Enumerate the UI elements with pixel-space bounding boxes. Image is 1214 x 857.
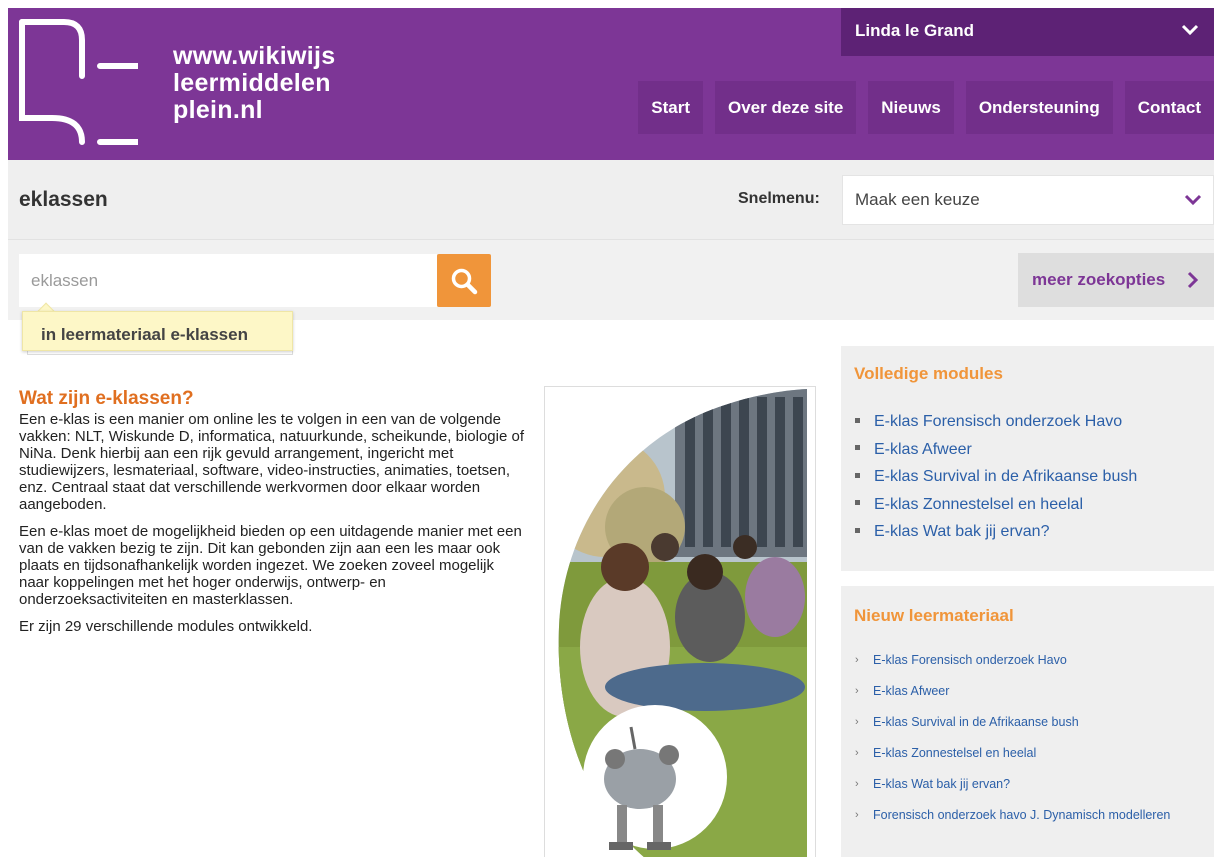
new-material-link[interactable]: › E-klas Forensisch onderzoek Havo	[855, 645, 1200, 676]
search-suggestion[interactable]: in leermateriaal e-klassen	[22, 311, 293, 351]
new-material-link[interactable]: › Forensisch onderzoek havo J. Dynamisch …	[855, 800, 1200, 831]
site-header: www.wikiwijs leermiddelen plein.nl Linda…	[8, 8, 1214, 160]
more-search-options-button[interactable]: meer zoekopties	[1018, 253, 1214, 307]
more-search-label: meer zoekopties	[1032, 270, 1166, 289]
wikiwijs-logo[interactable]	[18, 18, 138, 146]
snelmenu-select[interactable]: Maak een keuze	[842, 175, 1214, 225]
new-material-link[interactable]: › E-klas Afweer	[855, 676, 1200, 707]
students-robot-image	[558, 389, 807, 857]
new-material-box: Nieuw leermateriaal › E-klas Forensisch o…	[841, 586, 1214, 857]
title-bar: eklassen Snelmenu: Maak een keuze	[8, 160, 1214, 240]
new-material-list: › E-klas Forensisch onderzoek Havo › E-kla…	[855, 645, 1200, 831]
snelmenu-value: Maak een keuze	[855, 190, 980, 209]
new-material-link[interactable]: › E-klas Zonnestelsel en heelal	[855, 738, 1200, 769]
logo-line: leermiddelen	[173, 69, 331, 97]
content-heading: Wat zijn e-klassen?	[19, 388, 194, 409]
snelmenu-label: Snelmenu:	[738, 190, 820, 207]
nav-over-deze-site[interactable]: Over deze site	[715, 81, 857, 134]
new-material-link[interactable]: › E-klas Wat bak jij ervan?	[855, 769, 1200, 800]
module-link[interactable]: E-klas Wat bak jij ervan?	[855, 518, 1137, 546]
nav-start[interactable]: Start	[638, 81, 703, 134]
logo-text[interactable]: www.wikiwijs leermiddelen plein.nl	[173, 43, 335, 124]
content-paragraph: Er zijn 29 verschillende modules ontwikk…	[19, 618, 313, 635]
module-link[interactable]: E-klas Survival in de Afrikaanse bush	[855, 463, 1137, 491]
chevron-down-icon	[1181, 24, 1199, 36]
module-link[interactable]: E-klas Afweer	[855, 436, 1137, 464]
search-icon	[451, 268, 478, 294]
search-bar: meer zoekopties	[8, 240, 1214, 320]
search-button[interactable]	[437, 254, 491, 307]
full-modules-box: Volledige modules E-klas Forensisch onde…	[841, 346, 1214, 571]
full-modules-list: E-klas Forensisch onderzoek Havo E-klas …	[855, 408, 1137, 546]
content-paragraph: Een e-klas is een manier om online les t…	[19, 411, 524, 513]
full-modules-title: Volledige modules	[854, 364, 1003, 383]
user-menu[interactable]: Linda le Grand	[841, 8, 1214, 56]
module-link[interactable]: E-klas Forensisch onderzoek Havo	[855, 408, 1137, 436]
students-photo	[544, 386, 816, 857]
main-content: Wat zijn e-klassen? Een e-klas is een ma…	[19, 388, 524, 645]
module-link[interactable]: E-klas Zonnestelsel en heelal	[855, 491, 1137, 519]
logo-line: www.wikiwijs	[173, 42, 336, 70]
chevron-right-icon	[1187, 271, 1199, 289]
new-material-link[interactable]: › E-klas Survival in de Afrikaanse bush	[855, 707, 1200, 738]
chevron-down-icon	[1184, 194, 1202, 206]
main-nav: Start Over deze site Nieuws Ondersteunin…	[638, 81, 1214, 134]
nav-ondersteuning[interactable]: Ondersteuning	[965, 81, 1113, 134]
page-title: eklassen	[19, 188, 108, 211]
logo-line: plein.nl	[173, 96, 263, 124]
nav-contact[interactable]: Contact	[1124, 81, 1214, 134]
content-paragraph: Een e-klas moet de mogelijkheid bieden o…	[19, 523, 522, 608]
search-input[interactable]	[19, 254, 437, 307]
nav-nieuws[interactable]: Nieuws	[868, 81, 954, 134]
new-material-title: Nieuw leermateriaal	[854, 606, 1014, 625]
user-name: Linda le Grand	[855, 21, 975, 40]
